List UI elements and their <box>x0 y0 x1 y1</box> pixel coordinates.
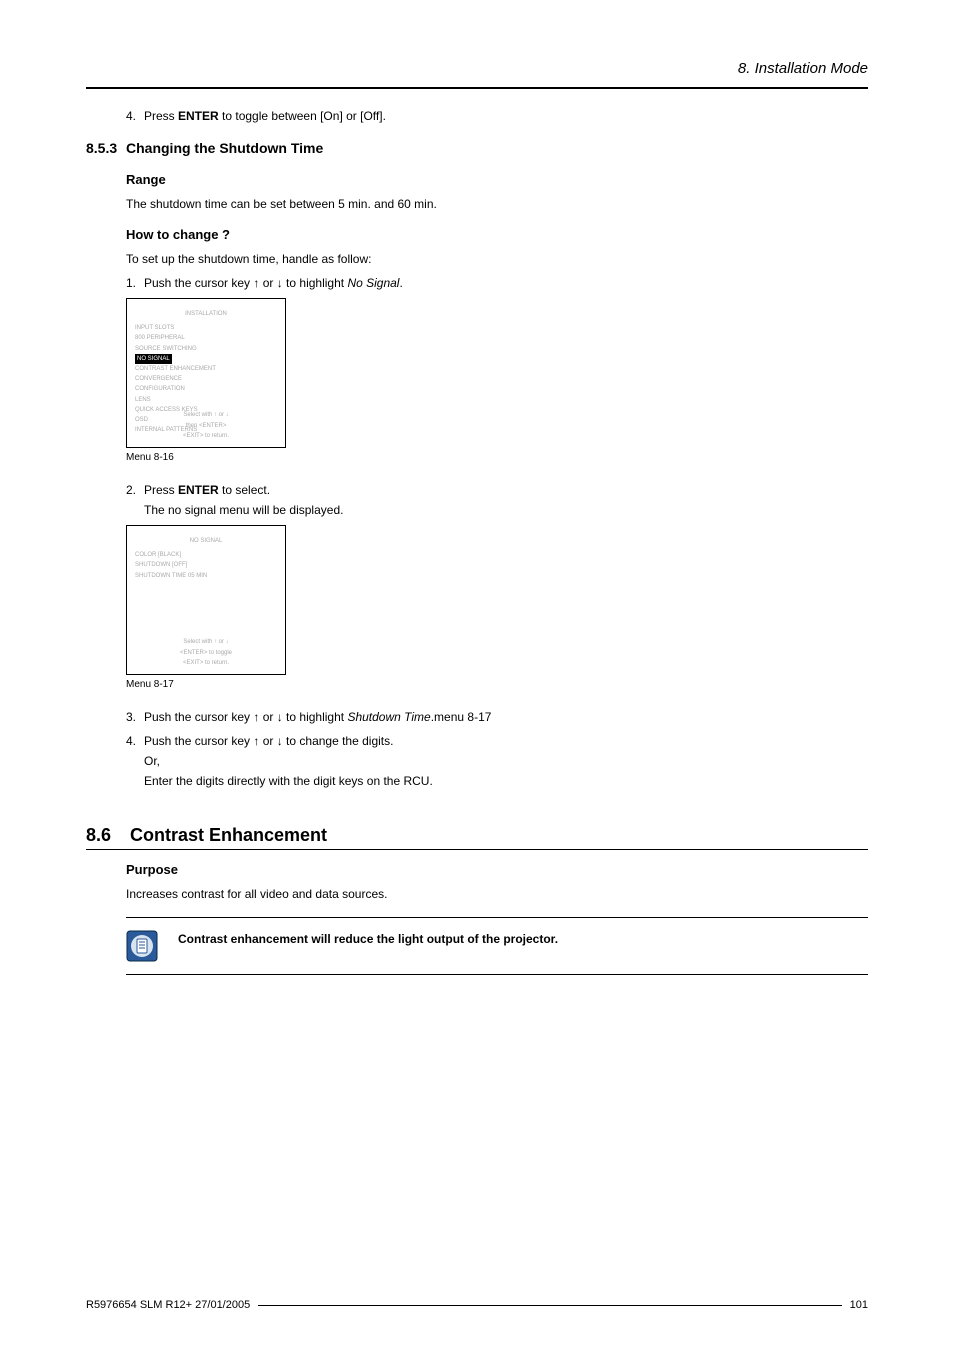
note-text: Contrast enhancement will reduce the lig… <box>178 930 558 946</box>
step-number: 1. <box>126 274 144 292</box>
step-text-post: to toggle between [On] or [Off]. <box>219 109 386 123</box>
step-text-italic: Shutdown Time <box>347 710 430 724</box>
step-text-post: to select. <box>219 483 270 497</box>
step-number: 3. <box>126 708 144 726</box>
menu-line: SHUTDOWN TIME 05 MIN <box>135 571 277 581</box>
howto-paragraph: To set up the shutdown time, handle as f… <box>126 250 868 268</box>
step-text-bold: ENTER <box>178 109 219 123</box>
menu-line: INPUT SLOTS <box>135 323 277 333</box>
section-heading: 8.5.3Changing the Shutdown Time <box>86 140 868 156</box>
range-paragraph: The shutdown time can be set between 5 m… <box>126 195 868 213</box>
page-footer: R5976654 SLM R12+ 27/01/2005 101 <box>86 1299 868 1311</box>
step-text-pre: Press <box>144 483 178 497</box>
step-subtext: Enter the digits directly with the digit… <box>144 772 868 790</box>
section-heading-major: 8.6Contrast Enhancement <box>86 825 868 846</box>
menu-line: CONFIGURATION <box>135 384 277 394</box>
howto-heading: How to change ? <box>126 227 868 242</box>
step-text-pre: Push the cursor key ↑ or ↓ to highlight <box>144 276 347 290</box>
footer-rule <box>258 1305 841 1306</box>
menu-box-816: INSTALLATION INPUT SLOTS 800 PERIPHERAL … <box>126 298 286 448</box>
menu-caption: Menu 8-16 <box>126 452 868 463</box>
menu-footer-line: Select with ↑ or ↓ <box>127 637 285 647</box>
menu-line: 800 PERIPHERAL <box>135 333 277 343</box>
section-title: Changing the Shutdown Time <box>126 140 323 156</box>
range-heading: Range <box>126 172 868 187</box>
note-box: Contrast enhancement will reduce the lig… <box>126 930 868 962</box>
menu-footer-line: <EXIT> to return. <box>127 431 285 441</box>
purpose-heading: Purpose <box>126 862 868 877</box>
section-number: 8.6 <box>86 825 130 846</box>
step-text-post: .menu 8-17 <box>431 710 492 724</box>
note-document-icon <box>126 930 158 962</box>
step-text-bold: ENTER <box>178 483 219 497</box>
menu-footer-line: Select with ↑ or ↓ <box>127 410 285 420</box>
menu-line: SOURCE SWITCHING <box>135 344 277 354</box>
menu-footer: Select with ↑ or ↓ <ENTER> to toggle <EX… <box>127 637 285 668</box>
section-title: Contrast Enhancement <box>130 825 327 845</box>
section-rule <box>86 849 868 850</box>
step-item: 3.Push the cursor key ↑ or ↓ to highligh… <box>126 708 868 726</box>
menu-footer-line: <EXIT> to return. <box>127 658 285 668</box>
step-item: 4.Press ENTER to toggle between [On] or … <box>126 107 868 125</box>
note-rule-bottom <box>126 974 868 975</box>
step-number: 2. <box>126 481 144 499</box>
menu-line: LENS <box>135 395 277 405</box>
step-text: Push the cursor key ↑ or ↓ to change the… <box>144 734 393 748</box>
step-text-pre: Press <box>144 109 178 123</box>
menu-box-817: NO SIGNAL COLOR [BLACK] SHUTDOWN [OFF] S… <box>126 525 286 675</box>
header-rule <box>86 87 868 89</box>
step-subtext: Or, <box>144 752 868 770</box>
menu-title: NO SIGNAL <box>135 536 277 546</box>
purpose-paragraph: Increases contrast for all video and dat… <box>126 885 868 903</box>
step-text-pre: Push the cursor key ↑ or ↓ to highlight <box>144 710 347 724</box>
step-item: 1.Push the cursor key ↑ or ↓ to highligh… <box>126 274 868 292</box>
menu-footer: Select with ↑ or ↓ then <ENTER> <EXIT> t… <box>127 410 285 441</box>
menu-title: INSTALLATION <box>135 309 277 319</box>
menu-line: SHUTDOWN [OFF] <box>135 560 277 570</box>
menu-line: COLOR [BLACK] <box>135 550 277 560</box>
menu-footer-line: then <ENTER> <box>127 421 285 431</box>
menu-footer-line: <ENTER> to toggle <box>127 648 285 658</box>
note-rule-top <box>126 917 868 918</box>
menu-highlight: NO SIGNAL <box>135 354 172 364</box>
footer-page-number: 101 <box>850 1299 868 1311</box>
menu-caption: Menu 8-17 <box>126 679 868 690</box>
step-subtext: The no signal menu will be displayed. <box>144 501 868 519</box>
menu-line: CONVERGENCE <box>135 374 277 384</box>
step-item: 2.Press ENTER to select. The no signal m… <box>126 481 868 519</box>
footer-doc-id: R5976654 SLM R12+ 27/01/2005 <box>86 1299 250 1311</box>
menu-line: CONTRAST ENHANCEMENT <box>135 364 277 374</box>
step-number: 4. <box>126 107 144 125</box>
step-text-italic: No Signal <box>347 276 399 290</box>
chapter-header: 8. Installation Mode <box>86 60 868 77</box>
section-number: 8.5.3 <box>86 140 126 156</box>
step-number: 4. <box>126 732 144 750</box>
step-text-post: . <box>399 276 402 290</box>
step-item: 4.Push the cursor key ↑ or ↓ to change t… <box>126 732 868 790</box>
